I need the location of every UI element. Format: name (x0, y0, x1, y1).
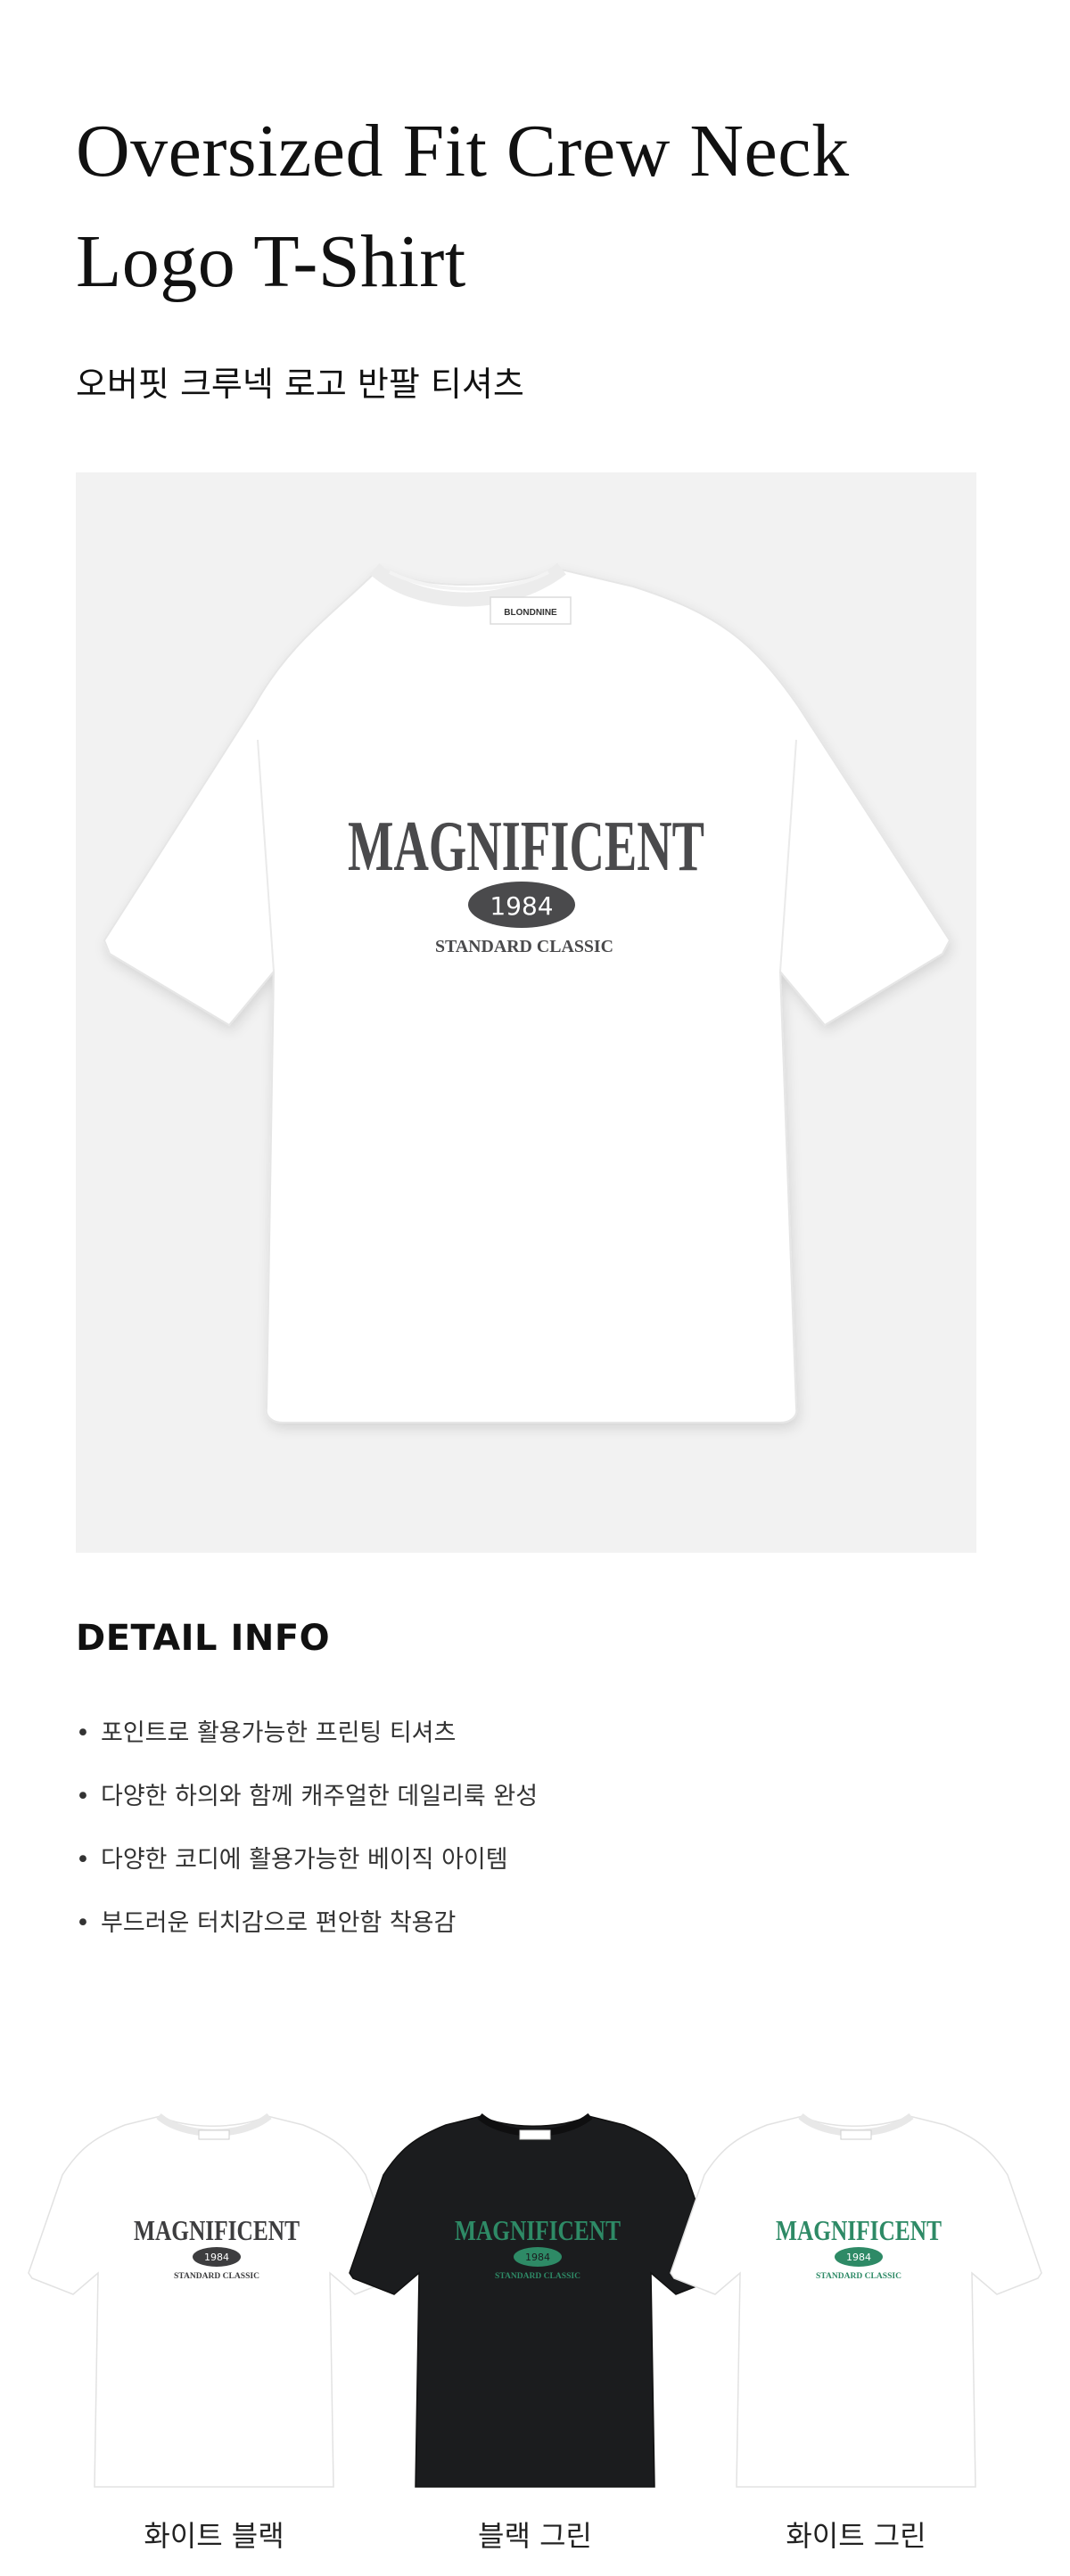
variant-print-year-text: 1984 (204, 2252, 229, 2263)
variant-tshirt-body (28, 2115, 400, 2488)
product-subtitle: 오버핏 크루넥 로고 반팔 티셔츠 (76, 365, 524, 404)
print-year-text: 1984 (490, 891, 553, 921)
variant-neck-label (840, 2129, 872, 2140)
bullet-icon: • (76, 1783, 90, 1810)
variant-print-main-text: MAGNIFICENT (455, 2214, 621, 2246)
detail-item: • 포인트로 활용가능한 프린팅 티셔츠 (76, 1716, 538, 1779)
variant-print-sub-text: STANDARD CLASSIC (495, 2271, 580, 2280)
variant-tshirt-body (670, 2115, 1042, 2488)
variant-neck-label (519, 2129, 551, 2140)
bullet-icon: • (76, 1909, 90, 1937)
variant-print-year-text: 1984 (846, 2252, 871, 2263)
variant-tshirt-illustration: MAGNIFICENT 1984 STANDARD CLASSIC (349, 2112, 721, 2488)
hero-tshirt-illustration: BLONDNINE MAGNIFICENT 1984 STANDARD CLAS… (103, 562, 951, 1423)
product-title-line-1: Oversized Fit Crew Neck (76, 110, 850, 193)
neck-label-text: BLONDNINE (504, 608, 557, 618)
variant-label: 블랙 그린 (478, 2519, 592, 2553)
variant-tshirt-body (349, 2115, 721, 2488)
tshirt-body (103, 567, 951, 1423)
bullet-icon: • (76, 1846, 90, 1874)
variant-print-sub-text: STANDARD CLASSIC (816, 2271, 901, 2280)
variant-tshirt-illustration: MAGNIFICENT 1984 STANDARD CLASSIC (670, 2112, 1042, 2488)
print-main-text: MAGNIFICENT (348, 808, 704, 886)
product-title-line-2: Logo T-Shirt (76, 220, 466, 303)
hero-product-image: BLONDNINE MAGNIFICENT 1984 STANDARD CLAS… (76, 472, 976, 1553)
variant-tshirt-illustration: MAGNIFICENT 1984 STANDARD CLASSIC (28, 2112, 400, 2488)
variant-label: 화이트 블랙 (144, 2519, 284, 2553)
detail-item: • 부드러운 터치감으로 편안함 착용감 (76, 1906, 538, 1969)
variant-white-black: MAGNIFICENT 1984 STANDARD CLASSIC 화이트 블랙 (27, 2104, 401, 2576)
variant-white-green: MAGNIFICENT 1984 STANDARD CLASSIC 화이트 그린 (669, 2104, 1043, 2576)
detail-item-text: 다양한 하의와 함께 캐주얼한 데일리룩 완성 (101, 1783, 539, 1810)
detail-info-list: • 포인트로 활용가능한 프린팅 티셔츠 • 다양한 하의와 함께 캐주얼한 데일리… (76, 1716, 538, 1969)
detail-item-text: 다양한 코디에 활용가능한 베이직 아이템 (101, 1846, 508, 1874)
detail-item: • 다양한 코디에 활용가능한 베이직 아이템 (76, 1842, 538, 1906)
product-title: Oversized Fit Crew Neck Logo T-Shirt (76, 96, 1021, 317)
variant-print-year-text: 1984 (525, 2252, 550, 2263)
variant-black-green: MAGNIFICENT 1984 STANDARD CLASSIC 블랙 그린 (348, 2104, 722, 2576)
variant-label: 화이트 그린 (786, 2519, 926, 2553)
variant-print-main-text: MAGNIFICENT (134, 2214, 300, 2246)
bullet-icon: • (76, 1719, 90, 1747)
variant-print-main-text: MAGNIFICENT (776, 2214, 942, 2246)
color-variants: MAGNIFICENT 1984 STANDARD CLASSIC 화이트 블랙… (0, 2104, 1070, 2576)
detail-info-heading: DETAIL INFO (76, 1618, 331, 1659)
detail-item-text: 부드러운 터치감으로 편안함 착용감 (101, 1909, 457, 1937)
variant-print-sub-text: STANDARD CLASSIC (174, 2271, 259, 2280)
print-sub-text: STANDARD CLASSIC (435, 937, 613, 956)
variant-neck-label (198, 2129, 230, 2140)
detail-item-text: 포인트로 활용가능한 프린팅 티셔츠 (101, 1719, 457, 1747)
detail-item: • 다양한 하의와 함께 캐주얼한 데일리룩 완성 (76, 1779, 538, 1842)
